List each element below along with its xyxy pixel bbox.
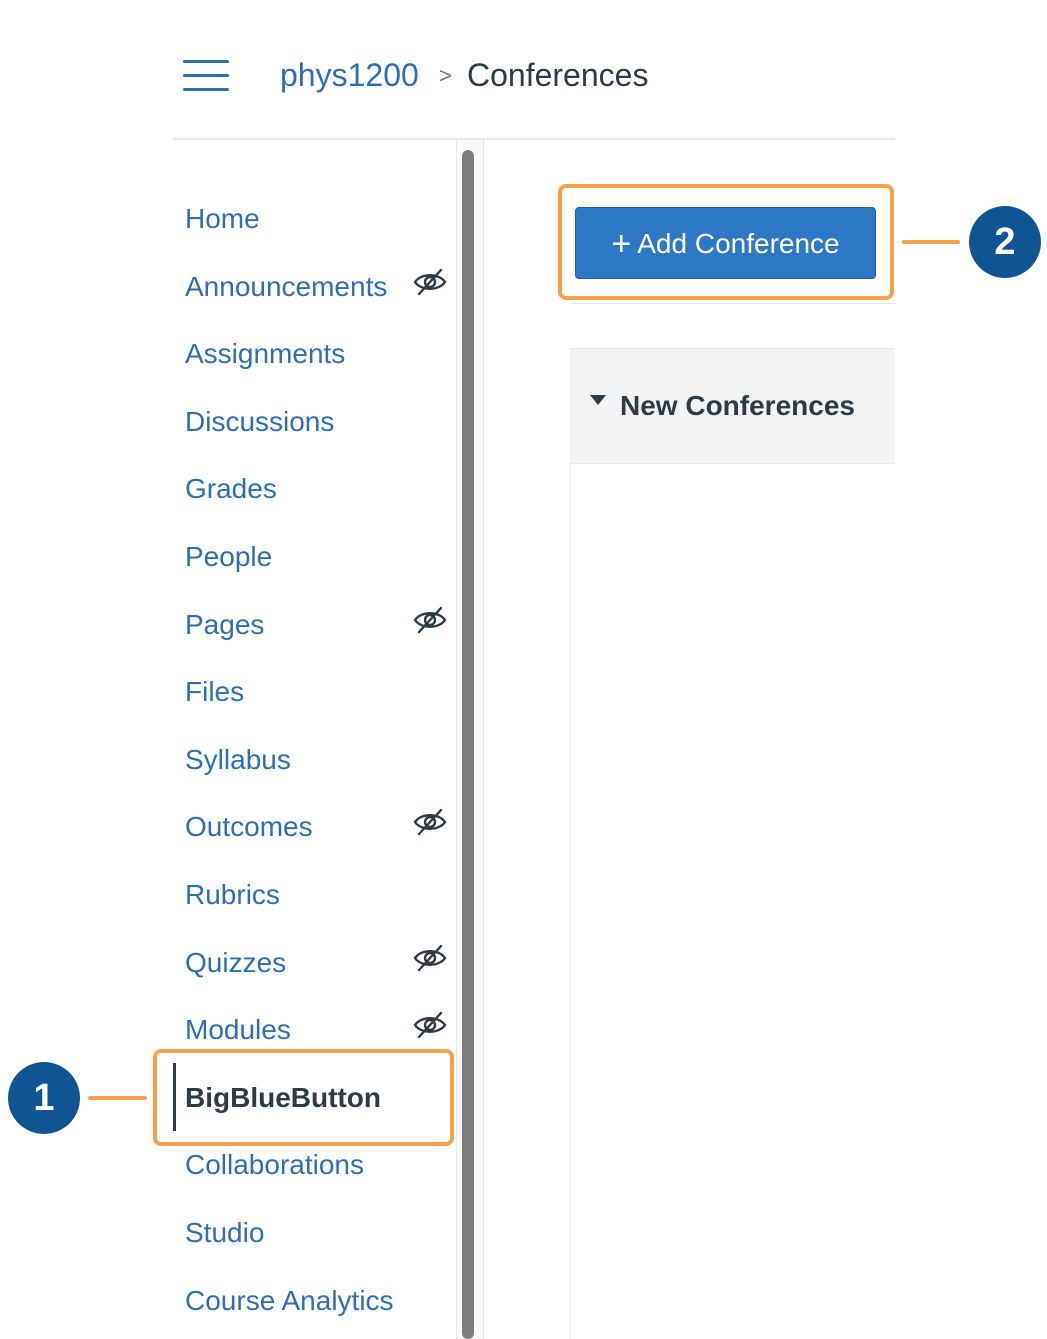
callout-highlight-2 [558,184,894,300]
caret-down-icon [590,395,606,405]
hamburger-menu-icon[interactable] [183,60,229,92]
sidebar-item-assignments[interactable]: Assignments [185,336,345,372]
callout-badge-2: 2 [969,206,1041,278]
breadcrumb-course-link[interactable]: phys1200 [280,54,419,96]
callout-connector-2 [902,240,960,244]
sidebar-item-modules[interactable]: Modules [185,1012,291,1048]
eye-slash-icon [413,606,447,634]
callout-connector-1 [88,1096,147,1100]
sidebar-item-people[interactable]: People [185,539,272,575]
eye-slash-icon [413,268,447,296]
eye-slash-icon [413,1011,447,1039]
breadcrumb-separator: > [439,63,452,88]
header-divider [173,138,895,140]
toolbar-divider [570,303,895,304]
sidebar-scrollbar-thumb[interactable] [462,150,474,1339]
sidebar-item-collaborations[interactable]: Collaborations [185,1147,364,1183]
sidebar-item-discussions[interactable]: Discussions [185,404,334,440]
sidebar-item-announcements[interactable]: Announcements [185,269,387,305]
new-conferences-list [570,464,895,1339]
sidebar-item-grades[interactable]: Grades [185,471,277,507]
eye-slash-icon [413,808,447,836]
sidebar-item-pages[interactable]: Pages [185,607,264,643]
eye-slash-icon [413,944,447,972]
sidebar-item-studio[interactable]: Studio [185,1215,264,1251]
sidebar-item-files[interactable]: Files [185,674,244,710]
sidebar-item-quizzes[interactable]: Quizzes [185,945,286,981]
callout-badge-1: 1 [8,1062,80,1134]
sidebar-item-outcomes[interactable]: Outcomes [185,809,313,845]
section-title: New Conferences [620,390,855,421]
sidebar-item-course-analytics[interactable]: Course Analytics [185,1283,394,1319]
sidebar-item-rubrics[interactable]: Rubrics [185,877,280,913]
callout-highlight-1 [153,1049,454,1146]
breadcrumb-current-page: Conferences [467,57,649,93]
sidebar-item-syllabus[interactable]: Syllabus [185,742,291,778]
sidebar-item-home[interactable]: Home [185,201,260,237]
